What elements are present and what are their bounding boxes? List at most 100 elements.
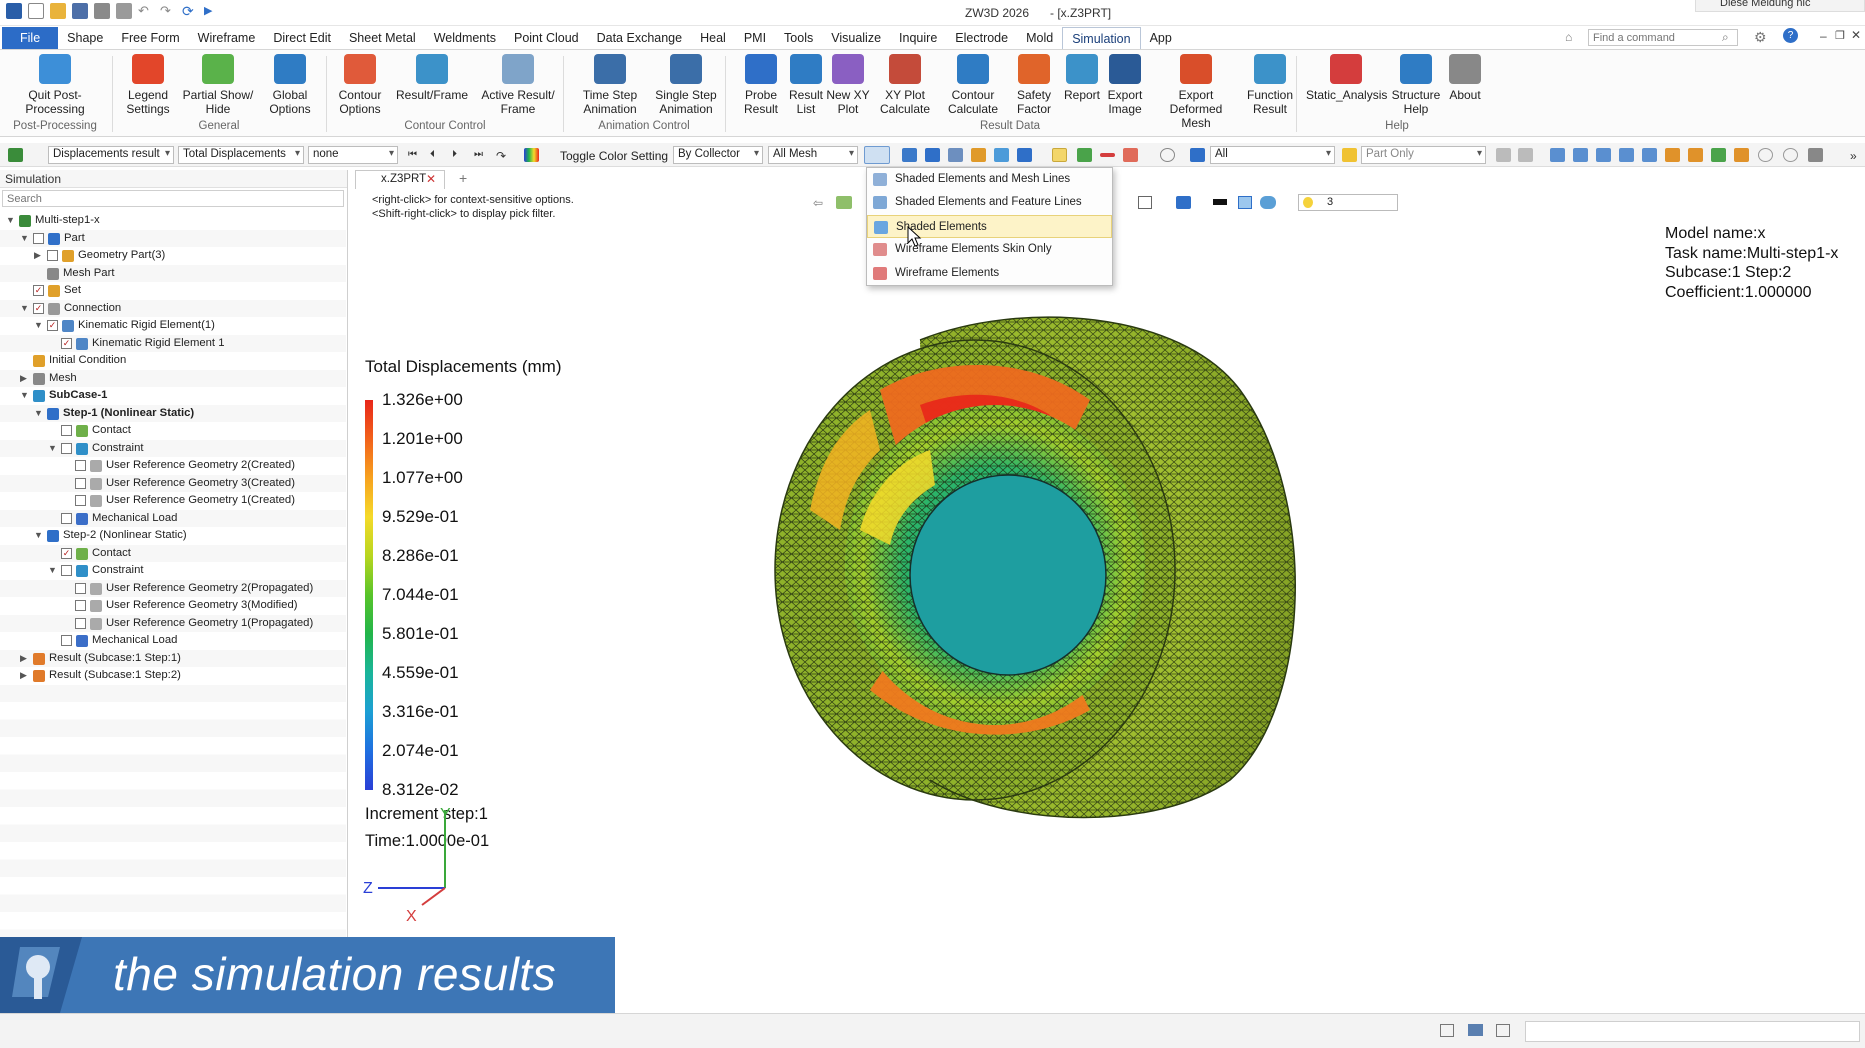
pick-filter-dropdown[interactable]: All	[1210, 146, 1335, 164]
light-count-dropdown[interactable]: 3	[1298, 194, 1398, 211]
new-file-icon[interactable]	[28, 3, 44, 19]
tree-item[interactable]: ▼ Step-2 (Nonlinear Static)	[0, 527, 346, 545]
menu-tab-direct-edit[interactable]: Direct Edit	[264, 27, 340, 49]
align-center-icon[interactable]	[1573, 148, 1588, 162]
close-window-icon[interactable]: ✕	[1851, 28, 1861, 42]
view-mesh-icon[interactable]	[948, 148, 963, 162]
refresh-filter-icon[interactable]	[1342, 148, 1357, 162]
save-all-icon[interactable]	[116, 3, 132, 19]
status-layout-icon[interactable]	[1440, 1024, 1454, 1037]
tree-item[interactable]: User Reference Geometry 2(Created)	[0, 457, 346, 475]
clock-icon[interactable]	[1758, 148, 1773, 162]
notice-popup[interactable]: Diese Meldung nic	[1695, 0, 1865, 12]
info-icon[interactable]	[1783, 148, 1798, 162]
distribute-icon[interactable]	[1619, 148, 1634, 162]
tree-item[interactable]: ✓ Contact	[0, 545, 346, 563]
time-step-animation-button[interactable]: Time Step Animation	[575, 54, 645, 116]
status-window-icon[interactable]	[1496, 1024, 1510, 1037]
tree-item[interactable]: Mechanical Load	[0, 510, 346, 528]
fea-model-view[interactable]	[760, 310, 1340, 850]
view-orient-icon[interactable]	[836, 196, 852, 209]
toggle-color-setting-button[interactable]: Toggle Color Setting	[560, 149, 668, 163]
tree-item[interactable]: ▼ ✓ Connection	[0, 300, 346, 318]
tree-checkbox[interactable]	[47, 250, 58, 261]
deform-dropdown[interactable]: none	[308, 146, 398, 164]
add-tab-icon[interactable]: +	[459, 170, 467, 186]
menu-tab-weldments[interactable]: Weldments	[425, 27, 505, 49]
tree-item[interactable]: User Reference Geometry 3(Created)	[0, 475, 346, 493]
render-menu-item[interactable]: Shaded Elements	[867, 214, 1112, 239]
tree-checkbox[interactable]: ✓	[61, 337, 72, 349]
component-dropdown[interactable]: Total Displacements	[178, 146, 304, 164]
render-menu-item[interactable]: Shaded Elements and Feature Lines	[867, 191, 1112, 214]
expand-chevron-icon[interactable]: ▶	[20, 667, 30, 685]
group-icon[interactable]	[1642, 148, 1657, 162]
collector-dropdown[interactable]: By Collector	[673, 146, 763, 164]
next-frame-icon[interactable]: ⏵	[452, 149, 457, 160]
open-folder-icon[interactable]	[50, 3, 66, 19]
menu-tab-sheet-metal[interactable]: Sheet Metal	[340, 27, 425, 49]
select-filter-icon[interactable]	[1123, 148, 1138, 162]
global-options-button[interactable]: Global Options	[263, 54, 318, 116]
circle-select-icon[interactable]	[1160, 148, 1175, 162]
tree-item[interactable]: ▼ SubCase-1	[0, 387, 346, 405]
tree-item[interactable]: ✓ Kinematic Rigid Element 1	[0, 335, 346, 353]
menu-tab-shape[interactable]: Shape	[58, 27, 112, 49]
pick-arrow-icon[interactable]	[8, 148, 23, 162]
result-list-button[interactable]: Result List	[786, 54, 826, 116]
collapse-chevron-icon[interactable]: ▼	[20, 387, 30, 405]
menu-tab-inquire[interactable]: Inquire	[890, 27, 946, 49]
view-section-icon[interactable]	[994, 148, 1009, 162]
xy-plot-calculate-button[interactable]: XY Plot Calculate	[878, 54, 933, 116]
expand-chevron-icon[interactable]: ▶	[34, 247, 44, 265]
view-back-icon[interactable]: ⇦	[813, 196, 823, 210]
play-icon[interactable]: ▶	[204, 3, 220, 19]
tree-checkbox[interactable]: ✓	[61, 547, 72, 559]
tree-item[interactable]: User Reference Geometry 2(Propagated)	[0, 580, 346, 598]
help-icon[interactable]: ?	[1783, 28, 1798, 43]
tree-item[interactable]: ▼ Constraint	[0, 440, 346, 458]
collapse-chevron-icon[interactable]: ▼	[6, 212, 16, 230]
tree-checkbox[interactable]	[75, 495, 86, 506]
tree-checkbox[interactable]	[75, 582, 86, 594]
menu-tab-point-cloud[interactable]: Point Cloud	[505, 27, 588, 49]
print-icon[interactable]	[94, 3, 110, 19]
tree-checkbox[interactable]	[75, 477, 86, 489]
legend-settings-button[interactable]: Legend Settings	[121, 54, 176, 116]
collapse-chevron-icon[interactable]: ▼	[34, 527, 44, 545]
scope-dropdown[interactable]: Part Only	[1361, 146, 1486, 164]
tree-item[interactable]: ▶ Mesh	[0, 370, 346, 388]
new-xy-plot-button[interactable]: New XY Plot	[826, 54, 871, 116]
view-frame-icon[interactable]	[1138, 196, 1152, 209]
search-icon[interactable]: ⌕	[1722, 30, 1729, 45]
render-menu-item[interactable]: Wireframe Elements Skin Only	[867, 238, 1112, 261]
tree-item[interactable]: ▶ Geometry Part(3)	[0, 247, 346, 265]
mesh-dropdown[interactable]: All Mesh	[768, 146, 858, 164]
tree-checkbox[interactable]	[61, 512, 72, 524]
tree-item[interactable]: Initial Condition	[0, 352, 346, 370]
tree-search-input[interactable]	[2, 190, 344, 207]
static-analysis-button[interactable]: Static_Analysis	[1306, 54, 1387, 102]
align-left-icon[interactable]	[1550, 148, 1565, 162]
tree-checkbox[interactable]	[33, 232, 44, 244]
menu-tab-wireframe[interactable]: Wireframe	[189, 27, 265, 49]
undo-icon[interactable]: ↶	[138, 3, 154, 19]
select-arrow-icon[interactable]	[1052, 148, 1067, 162]
last-frame-icon[interactable]: ⏭	[474, 149, 483, 160]
expand-chevron-icon[interactable]: ▶	[20, 650, 30, 668]
tree-item[interactable]: ▼ ✓ Kinematic Rigid Element(1)	[0, 317, 346, 335]
export-deformed-mesh-button[interactable]: Export Deformed Mesh	[1151, 54, 1241, 130]
status-input-field[interactable]	[1525, 1021, 1860, 1042]
tree-checkbox[interactable]	[61, 565, 72, 576]
status-monitor-icon[interactable]	[1468, 1024, 1483, 1036]
collapse-chevron-icon[interactable]: ▼	[48, 562, 58, 580]
remove-icon[interactable]	[1100, 153, 1115, 157]
tree-item[interactable]: Mechanical Load	[0, 632, 346, 650]
view-solid-icon[interactable]	[902, 148, 917, 162]
tree-item[interactable]: Contact	[0, 422, 346, 440]
tree-item[interactable]: ▼ Constraint	[0, 562, 346, 580]
expand-chevron-icon[interactable]: ▶	[20, 370, 30, 388]
tree-item[interactable]: Mesh Part	[0, 265, 346, 283]
tree-checkbox[interactable]	[61, 635, 72, 646]
tree-item[interactable]: ▼ Step-1 (Nonlinear Static)	[0, 405, 346, 423]
